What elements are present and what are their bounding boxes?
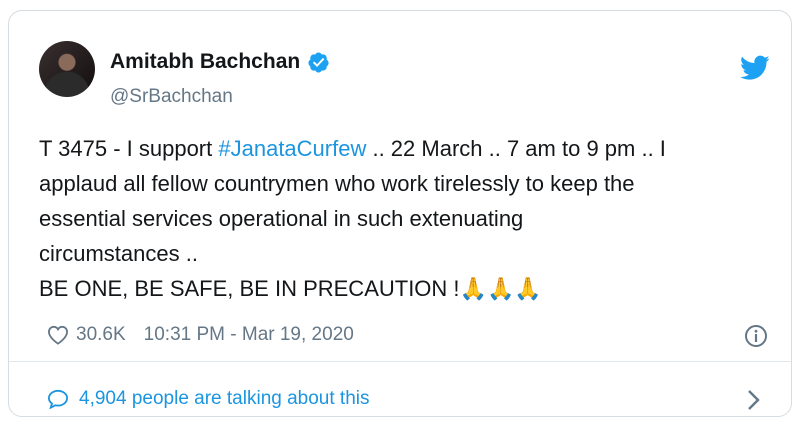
tweet-line-1: T 3475 - I support #JanataCurfew .. 22 M…	[39, 131, 774, 166]
like-count[interactable]: 30.6K	[76, 324, 126, 346]
tweet-line-2: applaud all fellow countrymen who work t…	[39, 171, 635, 196]
tweet-timestamp[interactable]: 10:31 PM - Mar 19, 2020	[144, 324, 354, 346]
avatar[interactable]	[39, 41, 95, 97]
verified-badge-icon	[308, 51, 329, 73]
tweet-meta: 30.6K 10:31 PM - Mar 19, 2020	[47, 324, 354, 346]
hashtag-link[interactable]: #JanataCurfew	[218, 136, 366, 161]
folded-hands-emoji: 🙏🙏🙏	[459, 276, 542, 301]
author-name-row[interactable]: Amitabh Bachchan	[110, 50, 330, 74]
tweet-line-5: BE ONE, BE SAFE, BE IN PRECAUTION !🙏🙏🙏	[39, 271, 774, 306]
tweet-text: T 3475 - I support #JanataCurfew .. 22 M…	[39, 131, 774, 306]
author-handle[interactable]: @SrBachchan	[110, 86, 233, 108]
comment-bubble-icon	[47, 389, 69, 409]
tweet-text-segment: T 3475 - I support	[39, 136, 219, 161]
author-name[interactable]: Amitabh Bachchan	[110, 50, 300, 74]
info-icon[interactable]	[744, 324, 768, 348]
chevron-right-icon[interactable]	[747, 389, 761, 411]
tweet-text-segment: BE ONE, BE SAFE, BE IN PRECAUTION !	[39, 276, 460, 301]
tweet-card: Amitabh Bachchan @SrBachchan T 3475 - I …	[8, 10, 792, 417]
twitter-bird-icon[interactable]	[740, 55, 770, 81]
divider	[9, 361, 791, 362]
conversation-link[interactable]: 4,904 people are talking about this	[47, 388, 370, 410]
tweet-text-segment: .. 22 March .. 7 am to 9 pm .. I	[366, 136, 666, 161]
tweet-line-3: essential services operational in such e…	[39, 206, 524, 231]
heart-icon[interactable]	[47, 325, 69, 345]
tweet-line-4: circumstances ..	[39, 241, 198, 266]
conversation-text[interactable]: 4,904 people are talking about this	[79, 388, 370, 410]
